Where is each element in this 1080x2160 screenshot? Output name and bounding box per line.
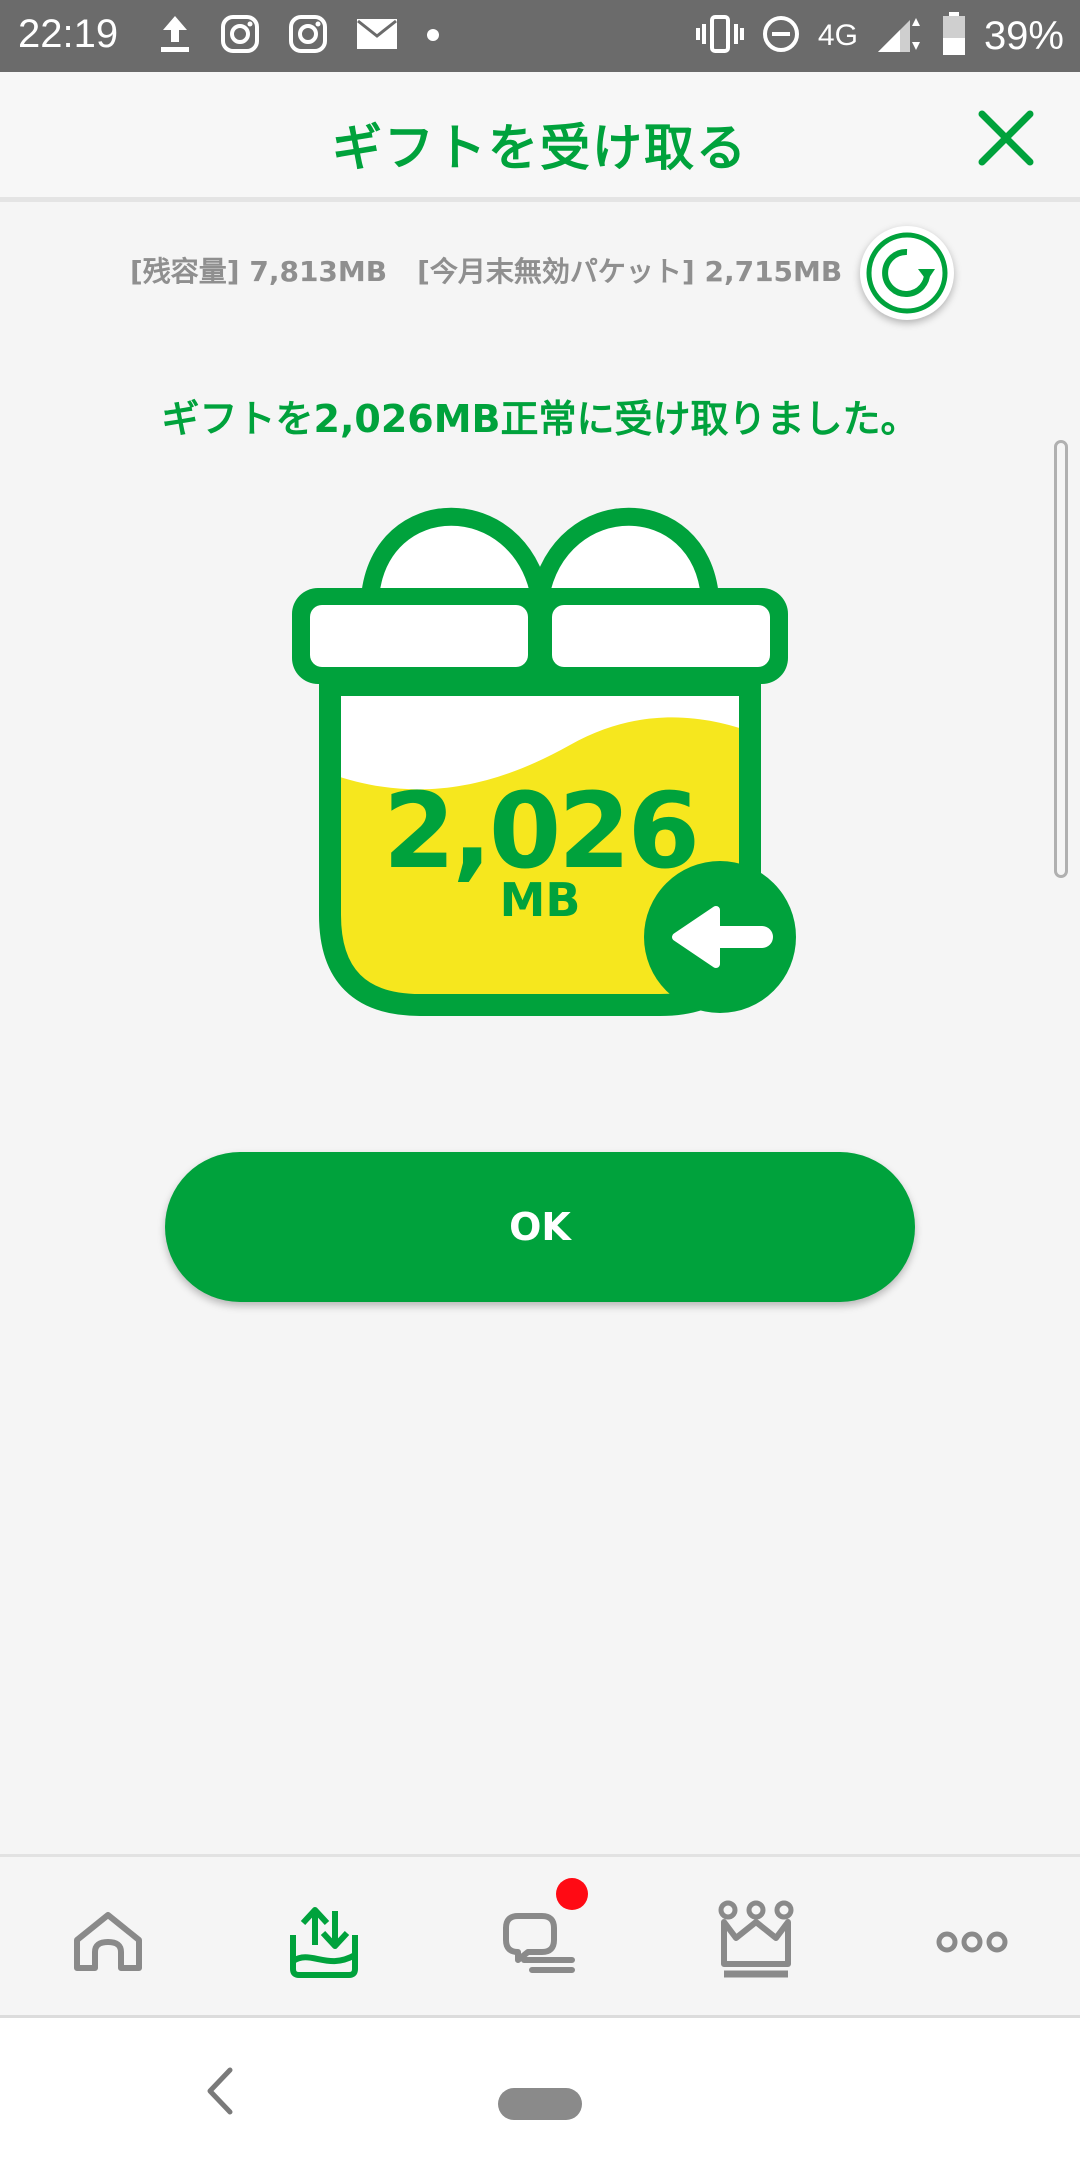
bottom-nav: [0, 1854, 1080, 2018]
gift-box-graphic: 2,026 MB: [280, 505, 800, 1025]
refresh-icon: [866, 232, 948, 314]
battery-icon: [942, 11, 966, 61]
signal-icon: [876, 14, 924, 59]
nav-home[interactable]: [58, 1897, 158, 1987]
ranking-icon: [718, 1900, 794, 1978]
status-bar: 22:19 4G 39%: [0, 0, 1080, 72]
battery-percent: 39%: [983, 13, 1064, 58]
remaining-capacity: [残容量] 7,813MB: [130, 255, 388, 288]
dot-icon: [426, 27, 440, 46]
nav-ranking[interactable]: [706, 1897, 806, 1987]
gift-box-icon: [292, 507, 796, 1016]
gift-unit: MB: [499, 873, 581, 927]
nav-chat[interactable]: [490, 1897, 590, 1987]
instagram-icon: [288, 14, 328, 58]
mail-icon: [356, 18, 398, 54]
more-icon: [936, 1931, 1008, 1953]
notification-icons: [158, 14, 440, 58]
chat-icon: [503, 1913, 575, 1973]
close-button[interactable]: [976, 108, 1036, 168]
upload-icon: [158, 14, 192, 58]
gift-share-icon: [290, 1907, 358, 1978]
home-pill[interactable]: [498, 2088, 582, 2120]
expiring-packets: [今月末無効パケット] 2,715MB: [417, 255, 843, 288]
nav-more[interactable]: [922, 1897, 1022, 1987]
status-right: 4G 39%: [695, 11, 1064, 61]
refresh-button[interactable]: [860, 226, 954, 320]
system-nav-bar: [0, 2018, 1080, 2160]
network-type: 4G: [817, 19, 858, 52]
nav-gift-share[interactable]: [274, 1897, 374, 1987]
notification-badge: [556, 1878, 588, 1910]
header: ギフトを受け取る: [0, 72, 1080, 202]
status-time: 22:19: [18, 12, 119, 56]
page-title: ギフトを受け取る: [332, 119, 748, 177]
close-icon: [978, 110, 1034, 166]
do-not-disturb-icon: [762, 15, 800, 58]
instagram-icon: [220, 14, 260, 58]
back-icon: [207, 2067, 233, 2115]
scrollbar[interactable]: [1054, 440, 1068, 878]
ok-button[interactable]: OK: [165, 1152, 915, 1302]
data-info-row: [残容量] 7,813MB [今月末無効パケット] 2,715MB: [130, 250, 842, 290]
back-button[interactable]: [200, 2066, 240, 2116]
success-message: ギフトを2,026MB正常に受け取りました。: [161, 397, 919, 441]
home-icon: [74, 1912, 142, 1971]
vibrate-icon: [695, 14, 744, 59]
